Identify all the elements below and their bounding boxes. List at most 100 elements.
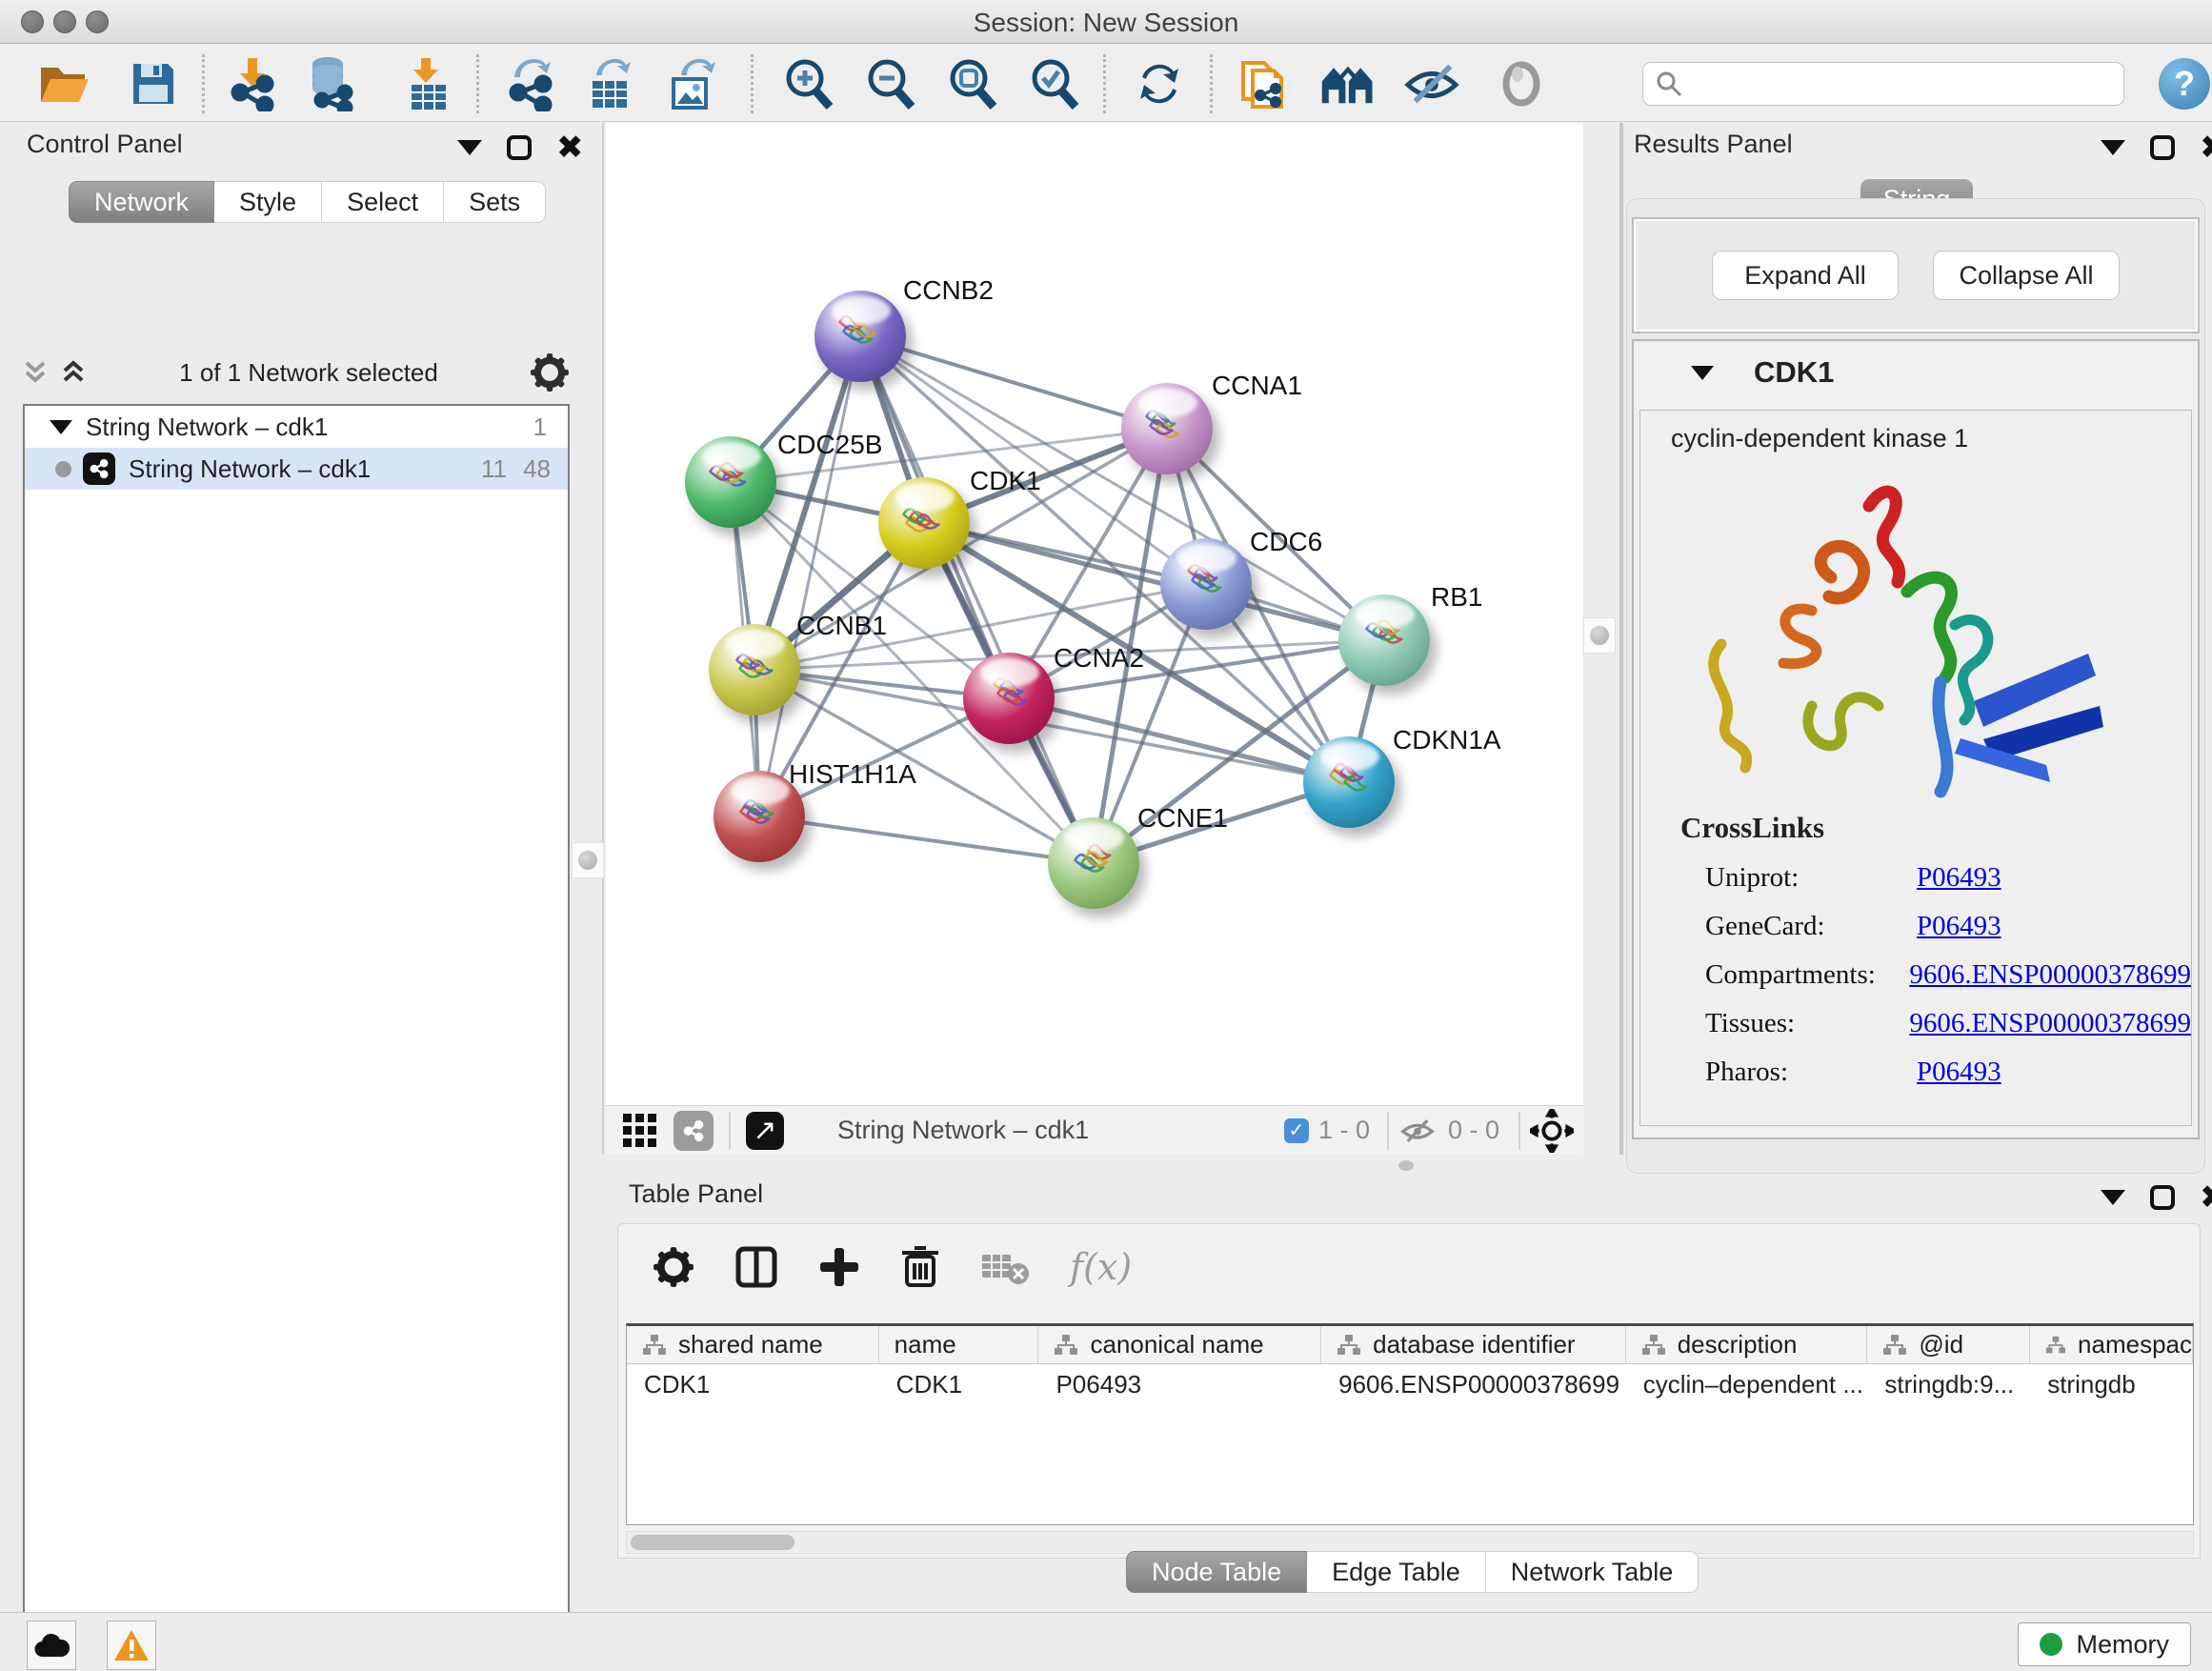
refresh-icon[interactable] xyxy=(1132,56,1187,111)
birds-eye-view-icon[interactable] xyxy=(1320,56,1376,111)
control-panel-float-icon[interactable] xyxy=(507,135,532,160)
tab-node-table[interactable]: Node Table xyxy=(1126,1551,1307,1593)
node-CDKN1A[interactable] xyxy=(1303,736,1395,828)
crosslink-link[interactable]: 9606.ENSP00000378699 xyxy=(1909,959,2191,991)
crosslink-link[interactable]: P06493 xyxy=(1917,911,2001,942)
save-session-icon[interactable] xyxy=(126,56,181,111)
expand-all-icon[interactable] xyxy=(59,357,88,388)
node-CDK1[interactable] xyxy=(878,477,970,569)
cloud-status-button[interactable] xyxy=(27,1621,76,1670)
node-label-CCNA1: CCNA1 xyxy=(1212,371,1302,401)
tab-style[interactable]: Style xyxy=(214,181,322,223)
column-header-namespac[interactable]: namespac xyxy=(2030,1326,2193,1363)
delete-column-icon[interactable] xyxy=(900,1245,940,1289)
hidden-eye-icon[interactable] xyxy=(1397,1116,1438,1146)
gene-collapse-icon[interactable] xyxy=(1691,366,1714,380)
tab-sets[interactable]: Sets xyxy=(444,181,546,223)
grid-view-icon[interactable] xyxy=(623,1114,656,1147)
cell-description[interactable]: cyclin–dependent ... xyxy=(1626,1364,1868,1404)
import-network-file-icon[interactable] xyxy=(227,56,282,111)
search-field[interactable] xyxy=(1642,62,2124,106)
memory-button[interactable]: Memory xyxy=(2018,1622,2191,1666)
node-CCNA2[interactable] xyxy=(963,653,1055,744)
show-columns-icon[interactable] xyxy=(734,1245,778,1289)
search-input[interactable] xyxy=(1683,69,2123,100)
cell-database-identifier[interactable]: 9606.ENSP00000378699 xyxy=(1321,1364,1626,1404)
tab-edge-table[interactable]: Edge Table xyxy=(1307,1551,1486,1593)
network-options-gear-icon[interactable] xyxy=(530,352,570,393)
hide-selected-eye-icon[interactable] xyxy=(1404,56,1459,111)
column-header-shared-name[interactable]: shared name xyxy=(627,1326,879,1363)
column-header--id[interactable]: @id xyxy=(1867,1326,2030,1363)
table-panel-close-icon[interactable]: ✖ xyxy=(2200,1185,2212,1210)
copy-style-icon[interactable] xyxy=(1237,56,1292,111)
right-splitter[interactable] xyxy=(1619,123,1623,1155)
export-table-icon[interactable] xyxy=(583,56,638,111)
column-header-database-identifier[interactable]: database identifier xyxy=(1321,1326,1626,1363)
node-CCNE1[interactable] xyxy=(1048,817,1139,909)
left-splitter[interactable] xyxy=(602,123,604,1155)
column-header-canonical-name[interactable]: canonical name xyxy=(1038,1326,1321,1363)
zoom-fit-icon[interactable] xyxy=(945,56,1000,111)
crosslink-link[interactable]: P06493 xyxy=(1917,862,2001,894)
cell-shared-name[interactable]: CDK1 xyxy=(627,1364,879,1404)
cell-canonical-name[interactable]: P06493 xyxy=(1038,1364,1321,1404)
network-canvas[interactable]: CCNB2CCNA1CDC25BCDK1CDC6RB1CCNB1CCNA2CDK… xyxy=(606,123,1583,1105)
zoom-out-icon[interactable] xyxy=(863,56,918,111)
node-CDC25B[interactable] xyxy=(685,436,776,528)
results-panel-float-icon[interactable] xyxy=(2150,135,2175,160)
delete-table-icon[interactable] xyxy=(980,1249,1030,1285)
tab-network[interactable]: Network xyxy=(69,181,214,223)
collapse-all-icon[interactable] xyxy=(21,357,50,388)
table-settings-gear-icon[interactable] xyxy=(653,1246,694,1288)
selected-checkbox-icon[interactable]: ✓ xyxy=(1284,1118,1309,1143)
open-session-icon[interactable] xyxy=(36,56,91,111)
control-panel-close-icon[interactable]: ✖ xyxy=(556,135,584,160)
crosslink-link[interactable]: 9606.ENSP00000378699 xyxy=(1909,1008,2191,1039)
node-CCNB1[interactable] xyxy=(709,624,800,715)
collapse-all-button[interactable]: Collapse All xyxy=(1933,251,2120,300)
import-table-file-icon[interactable] xyxy=(400,56,455,111)
cell-name[interactable]: CDK1 xyxy=(879,1364,1039,1404)
scrollbar-thumb[interactable] xyxy=(631,1535,794,1550)
warning-status-button[interactable] xyxy=(107,1621,156,1670)
tab-select[interactable]: Select xyxy=(322,181,444,223)
table-panel-float-icon[interactable] xyxy=(2150,1185,2175,1210)
node-CDC6[interactable] xyxy=(1160,538,1252,630)
cell--id[interactable]: stringdb:9... xyxy=(1867,1364,2030,1404)
edge-CCNB2-HIST1H1A[interactable] xyxy=(759,336,860,816)
help-button[interactable]: ? xyxy=(2159,58,2210,110)
node-RB1[interactable] xyxy=(1338,594,1430,686)
export-network-icon[interactable] xyxy=(503,56,558,111)
function-builder-icon[interactable]: f(x) xyxy=(1070,1246,1132,1288)
detach-view-icon[interactable]: ↗ xyxy=(746,1112,784,1150)
column-header-description[interactable]: description xyxy=(1626,1326,1868,1363)
right-splitter-handle[interactable] xyxy=(1583,617,1616,654)
edge-HIST1H1A-CCNE1[interactable] xyxy=(759,816,1094,863)
bottom-splitter-handle[interactable] xyxy=(1398,1160,1414,1171)
network-style-icon[interactable] xyxy=(674,1111,714,1151)
collection-expand-icon[interactable] xyxy=(50,420,72,434)
results-panel-close-icon[interactable]: ✖ xyxy=(2200,135,2212,160)
table-panel-menu-icon[interactable] xyxy=(2101,1190,2125,1205)
zoom-in-icon[interactable] xyxy=(781,56,836,111)
export-image-icon[interactable] xyxy=(665,56,720,111)
node-CCNB2[interactable] xyxy=(814,291,906,382)
column-header-name[interactable]: name xyxy=(879,1326,1039,1363)
network-row[interactable]: String Network – cdk1 11 48 xyxy=(25,448,568,490)
control-panel-menu-icon[interactable] xyxy=(457,140,482,155)
crosslink-link[interactable]: P06493 xyxy=(1917,1057,2001,1088)
show-all-eye-icon[interactable] xyxy=(1494,56,1549,111)
import-network-database-icon[interactable] xyxy=(303,56,358,111)
table-row[interactable]: CDK1CDK1P064939606.ENSP00000378699cyclin… xyxy=(627,1364,2193,1404)
results-panel-menu-icon[interactable] xyxy=(2101,140,2125,155)
fit-content-icon[interactable] xyxy=(1530,1109,1574,1153)
left-splitter-handle[interactable] xyxy=(572,842,604,878)
tab-network-table[interactable]: Network Table xyxy=(1486,1551,1699,1593)
expand-all-button[interactable]: Expand All xyxy=(1712,251,1899,300)
node-CCNA1[interactable] xyxy=(1121,383,1213,474)
create-column-icon[interactable] xyxy=(818,1246,860,1288)
cell-namespac[interactable]: stringdb xyxy=(2030,1364,2193,1404)
zoom-selected-icon[interactable] xyxy=(1027,56,1082,111)
network-collection-row[interactable]: String Network – cdk1 1 xyxy=(25,406,568,448)
